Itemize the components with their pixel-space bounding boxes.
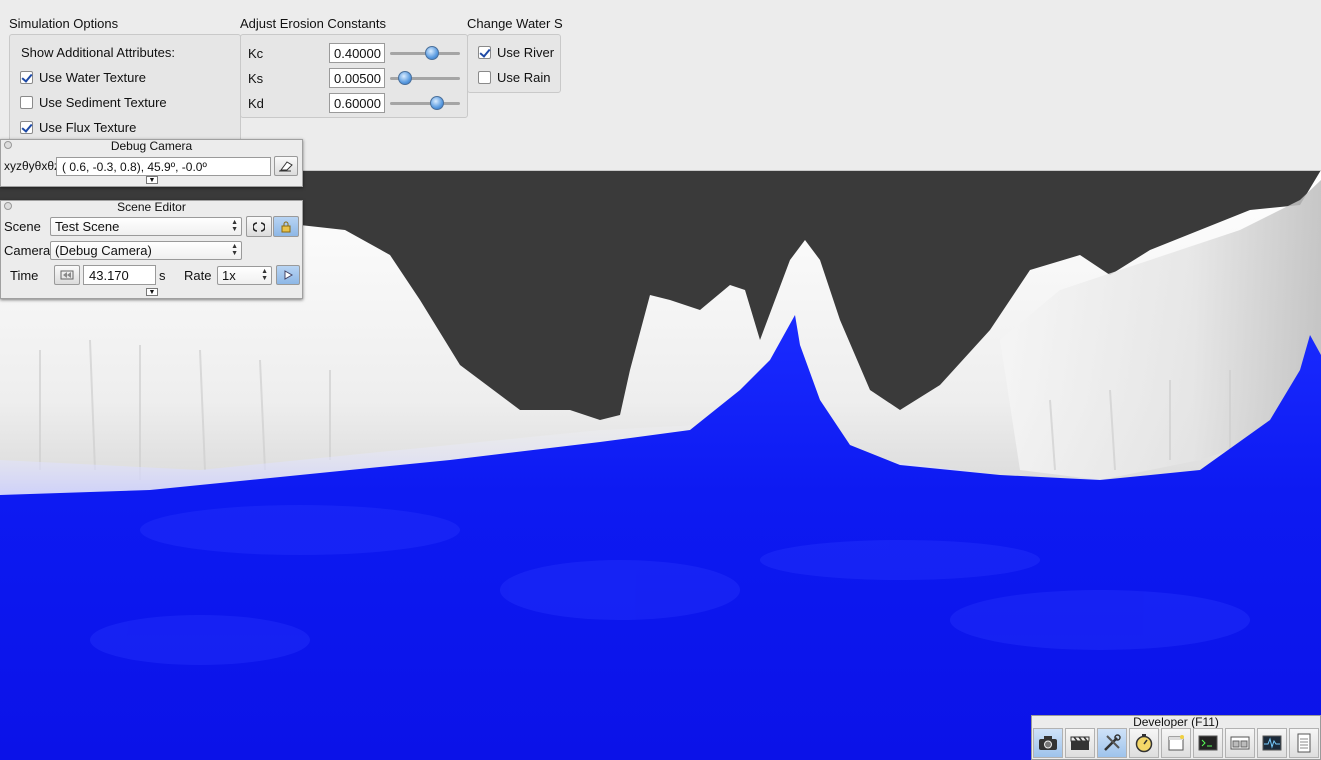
use-rain-checkbox[interactable]: Use Rain [478,70,550,85]
expand-panel-button[interactable]: ▼ [146,288,158,296]
rate-dropdown-value: 1x [222,268,236,283]
erosion-constants-title: Adjust Erosion Constants [240,16,386,31]
checkbox-label: Use River [497,45,555,60]
show-attributes-label: Show Additional Attributes: [21,45,175,60]
windows-icon [1230,736,1250,750]
updown-arrows-icon: ▲ ▼ [231,219,238,233]
camera-dropdown[interactable]: (Debug Camera) ▲ ▼ [50,241,242,260]
scene-label: Scene [4,219,41,234]
kd-value-field[interactable]: 0.60000 [329,93,385,113]
checkbox-label: Use Sediment Texture [39,95,167,110]
checkbox-checked-icon [20,71,33,84]
play-button[interactable] [276,265,300,285]
stopwatch-icon [1135,734,1153,753]
note-button[interactable] [1161,728,1191,758]
profiler-button[interactable] [1129,728,1159,758]
wrench-screwdriver-icon [1104,734,1121,751]
checkbox-label: Use Water Texture [39,70,146,85]
ks-value-field[interactable]: 0.00500 [329,68,385,88]
time-unit-label: s [159,268,166,283]
use-sediment-texture-checkbox[interactable]: Use Sediment Texture [20,95,167,110]
clapperboard-icon [1070,736,1090,750]
camera-label: Camera [4,243,51,258]
developer-dock: Developer (F11) [1031,715,1321,760]
time-field[interactable]: 43.170 [83,265,156,285]
slider-knob[interactable] [425,46,439,60]
clapperboard-tool-button[interactable] [1065,728,1095,758]
graph-button[interactable] [1257,728,1287,758]
use-flux-texture-checkbox[interactable]: Use Flux Texture [20,120,136,135]
camera-dropdown-value: (Debug Camera) [55,243,152,258]
tools-button[interactable] [1097,728,1127,758]
windows-button[interactable] [1225,728,1255,758]
scene-editor-panel: Scene Editor Scene Test Scene ▲ ▼ Camera … [0,200,303,299]
document-icon [1297,733,1311,753]
terminal-icon [1198,735,1218,751]
slider-knob[interactable] [398,71,412,85]
lock-scene-button[interactable] [273,216,299,237]
checkbox-label: Use Flux Texture [39,120,137,135]
developer-title: Developer (F11) [1133,715,1219,729]
camera-position-field[interactable]: ( 0.6, -0.3, 0.8), 45.9º, -0.0º [56,157,271,176]
kc-slider[interactable] [390,43,460,63]
ks-label: Ks [248,71,264,86]
play-icon [284,270,293,280]
kd-label: Kd [248,96,264,111]
checkbox-unchecked-icon [20,96,33,109]
camera-tool-button[interactable] [1033,728,1063,758]
kd-slider[interactable] [390,93,460,113]
scene-dropdown-value: Test Scene [55,219,120,234]
waveform-icon [1262,735,1282,751]
time-label: Time [10,268,39,283]
camera-axis-label: xyzθyθxθz [4,159,61,173]
scene-editor-title: Scene Editor [117,200,186,214]
checkbox-checked-icon [478,46,491,59]
expand-panel-button[interactable]: ▼ [146,176,158,184]
kc-label: Kc [248,46,264,61]
ks-slider[interactable] [390,68,460,88]
reload-scene-button[interactable] [246,216,272,237]
edit-camera-button[interactable] [274,156,298,176]
rate-label: Rate [184,268,212,283]
checkbox-label: Use Rain [497,70,551,85]
reload-icon [253,221,265,232]
updown-arrows-icon: ▲ ▼ [261,268,268,282]
scene-dropdown[interactable]: Test Scene ▲ ▼ [50,217,242,236]
document-button[interactable] [1289,728,1319,758]
camera-icon [1039,736,1057,750]
eraser-icon [279,161,293,172]
note-icon [1168,735,1184,751]
debug-camera-title: Debug Camera [110,139,193,153]
rewind-button[interactable] [54,265,80,285]
simulation-options-title: Simulation Options [9,16,119,31]
lock-icon [281,221,291,232]
debug-camera-panel: Debug Camera xyzθyθxθz ( 0.6, -0.3, 0.8)… [0,139,303,187]
kc-value-field[interactable]: 0.40000 [329,43,385,63]
updown-arrows-icon: ▲ ▼ [231,243,238,257]
use-water-texture-checkbox[interactable]: Use Water Texture [20,70,146,85]
water-source-title: Change Water S [467,16,563,31]
console-button[interactable] [1193,728,1223,758]
checkbox-unchecked-icon [478,71,491,84]
use-river-checkbox[interactable]: Use River [478,45,554,60]
rate-dropdown[interactable]: 1x ▲ ▼ [217,266,272,285]
slider-knob[interactable] [430,96,444,110]
checkbox-checked-icon [20,121,33,134]
rewind-icon [60,270,74,280]
